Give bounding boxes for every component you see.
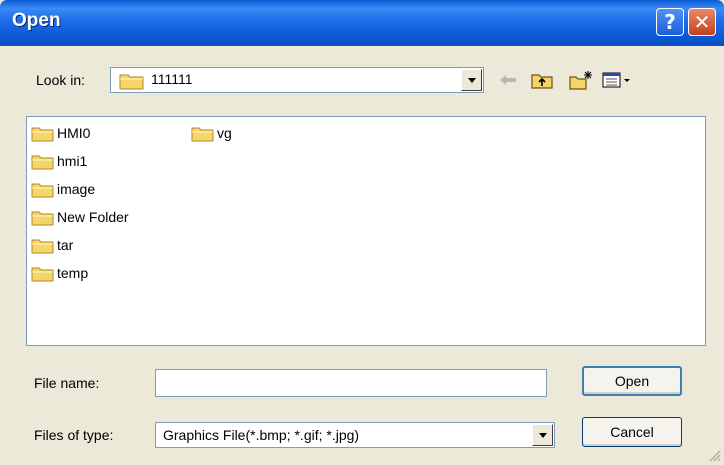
file-name: image (57, 181, 96, 197)
list-item[interactable]: hmi1 (31, 151, 87, 171)
lookin-dropdown-button[interactable] (461, 69, 482, 91)
file-name: temp (57, 265, 89, 281)
file-name: New Folder (57, 209, 129, 225)
file-name: vg (217, 125, 232, 141)
folder-icon (31, 183, 54, 197)
up-folder-button[interactable] (530, 70, 554, 90)
file-name: hmi1 (57, 153, 88, 169)
new-folder-icon (569, 71, 592, 90)
folder-icon (31, 155, 54, 169)
lookin-value: 111111 (151, 71, 193, 87)
filetype-dropdown-button[interactable] (532, 424, 553, 446)
list-item[interactable]: temp (31, 263, 88, 283)
folder-icon (31, 267, 54, 281)
up-folder-icon (531, 74, 553, 89)
chevron-down-icon (467, 77, 476, 83)
filetype-value: Graphics File(*.bmp; *.gif; *.jpg) (163, 427, 360, 443)
list-item[interactable]: image (31, 179, 95, 199)
lookin-label: Look in: (36, 72, 86, 88)
new-folder-button[interactable] (568, 70, 594, 90)
list-item[interactable]: New Folder (31, 207, 129, 227)
resize-grip-icon[interactable] (706, 447, 722, 463)
folder-icon (31, 127, 54, 141)
help-button[interactable]: ? (656, 8, 684, 36)
back-button[interactable] (498, 70, 518, 90)
file-name: tar (57, 237, 74, 253)
chevron-down-icon (538, 432, 547, 438)
close-icon: ✕ (693, 10, 711, 34)
list-item[interactable]: vg (191, 123, 232, 143)
open-button[interactable]: Open (582, 366, 682, 396)
window-title: Open (12, 10, 61, 31)
filetype-label: Files of type: (34, 427, 114, 443)
file-list[interactable]: HMI0 hmi1 image New Folder tar temp vg (26, 116, 706, 346)
filename-input[interactable] (155, 369, 547, 397)
help-icon: ? (664, 10, 676, 34)
cancel-button[interactable]: Cancel (582, 417, 682, 447)
close-button[interactable]: ✕ (688, 8, 716, 36)
folder-icon (31, 211, 54, 225)
folder-icon (119, 72, 145, 93)
title-bar[interactable]: Open ? ✕ (0, 0, 724, 46)
view-list-icon (602, 72, 630, 88)
back-arrow-icon (500, 75, 516, 85)
filetype-dropdown[interactable]: Graphics File(*.bmp; *.gif; *.jpg) (155, 422, 555, 448)
lookin-dropdown[interactable]: 111111 (110, 67, 484, 93)
list-item[interactable]: tar (31, 235, 73, 255)
filename-label: File name: (34, 375, 100, 391)
folder-icon (191, 127, 214, 141)
folder-icon (31, 239, 54, 253)
view-menu-button[interactable] (602, 70, 632, 90)
file-name: HMI0 (57, 125, 91, 141)
list-item[interactable]: HMI0 (31, 123, 90, 143)
